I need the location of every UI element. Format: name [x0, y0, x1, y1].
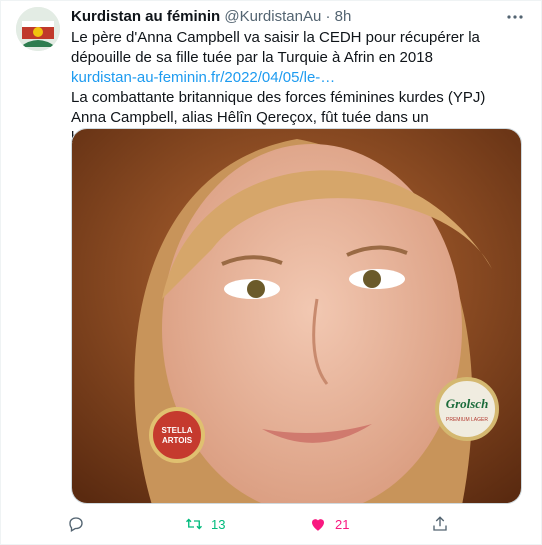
reply-icon	[69, 517, 83, 532]
like-count: 21	[335, 516, 350, 532]
tweet-text-line-1: Le père d'Anna Campbell va saisir la CED…	[71, 29, 480, 66]
separator-dot: ·	[325, 8, 331, 25]
earring-left-line-1: STELLA	[161, 426, 192, 435]
reply-button[interactable]	[67, 511, 93, 537]
tweet-link[interactable]: kurdistan-au-feminin.fr/2022/04/05/le-…	[71, 69, 335, 86]
retweet-button[interactable]: 13	[185, 511, 225, 537]
share-icon	[433, 516, 447, 531]
retweet-count: 13	[211, 516, 226, 532]
share-button[interactable]	[431, 511, 449, 537]
tweet-header: Kurdistan au féminin @KurdistanAu · 8h	[71, 7, 511, 27]
action-bar: 13 21	[67, 511, 467, 537]
earring-right-sub: PREMIUM LAGER	[446, 417, 488, 423]
heart-icon	[312, 519, 324, 531]
like-button[interactable]: 21	[309, 511, 349, 537]
earring-right-brand: Grolsch	[446, 396, 489, 411]
retweet-icon	[186, 518, 202, 530]
timestamp[interactable]: 8h	[335, 8, 352, 25]
author-handle[interactable]: @KurdistanAu	[224, 8, 321, 25]
earring-left-line-2: ARTOIS	[162, 436, 193, 445]
tweet-photo[interactable]: STELLA ARTOIS Grolsch PREMIUM LAGER	[71, 128, 522, 504]
tweet-card[interactable]: Kurdistan au féminin @KurdistanAu · 8h L…	[0, 0, 542, 545]
portrait-photo: STELLA ARTOIS Grolsch PREMIUM LAGER	[72, 129, 521, 503]
author-name[interactable]: Kurdistan au féminin	[71, 8, 220, 25]
more-icon[interactable]	[505, 7, 525, 27]
avatar[interactable]	[16, 7, 60, 51]
